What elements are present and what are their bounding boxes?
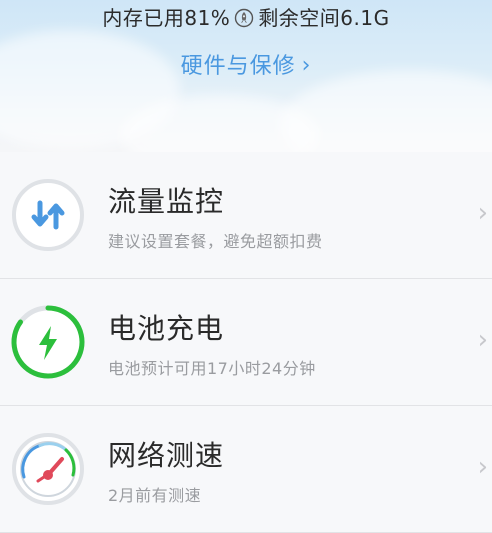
item-subtitle: 建议设置套餐，避免超额扣费 xyxy=(108,232,323,251)
item-title: 电池充电 xyxy=(108,312,225,345)
chevron-right-icon: › xyxy=(477,325,488,355)
item-title: 网络测速 xyxy=(108,439,225,472)
item-title: 流量监控 xyxy=(108,185,225,218)
item-subtitle: 电池预计可用17小时24分钟 xyxy=(108,359,316,378)
data-transfer-icon xyxy=(10,177,86,253)
hardware-warranty-link[interactable]: 硬件与保修 › xyxy=(0,48,492,80)
list-item-traffic-monitor[interactable]: 流量监控 建议设置套餐，避免超额扣费 › xyxy=(0,152,492,279)
chevron-right-icon: › xyxy=(301,53,312,78)
chevron-right-icon: › xyxy=(477,452,488,482)
tool-list: 流量监控 建议设置套餐，避免超额扣费 › 电池充电 电池预计可用17小时24分钟… xyxy=(0,152,492,533)
list-item-network-speed[interactable]: 网络测速 2月前有测速 › xyxy=(0,406,492,533)
hardware-warranty-label: 硬件与保修 xyxy=(180,54,296,79)
header-banner: 内存已用81% 剩余空间6.1G 硬件与保修 › xyxy=(0,0,492,152)
rocket-icon[interactable] xyxy=(234,8,254,28)
battery-charge-icon xyxy=(10,304,86,380)
item-subtitle: 2月前有测速 xyxy=(108,486,202,505)
storage-free-text: 剩余空间6.1G xyxy=(258,6,390,30)
speedometer-icon xyxy=(10,431,86,507)
memory-used-text: 内存已用81% xyxy=(102,6,231,30)
chevron-right-icon: › xyxy=(477,198,488,228)
list-item-battery-charge[interactable]: 电池充电 电池预计可用17小时24分钟 › xyxy=(0,279,492,406)
memory-status: 内存已用81% 剩余空间6.1G xyxy=(0,2,492,31)
